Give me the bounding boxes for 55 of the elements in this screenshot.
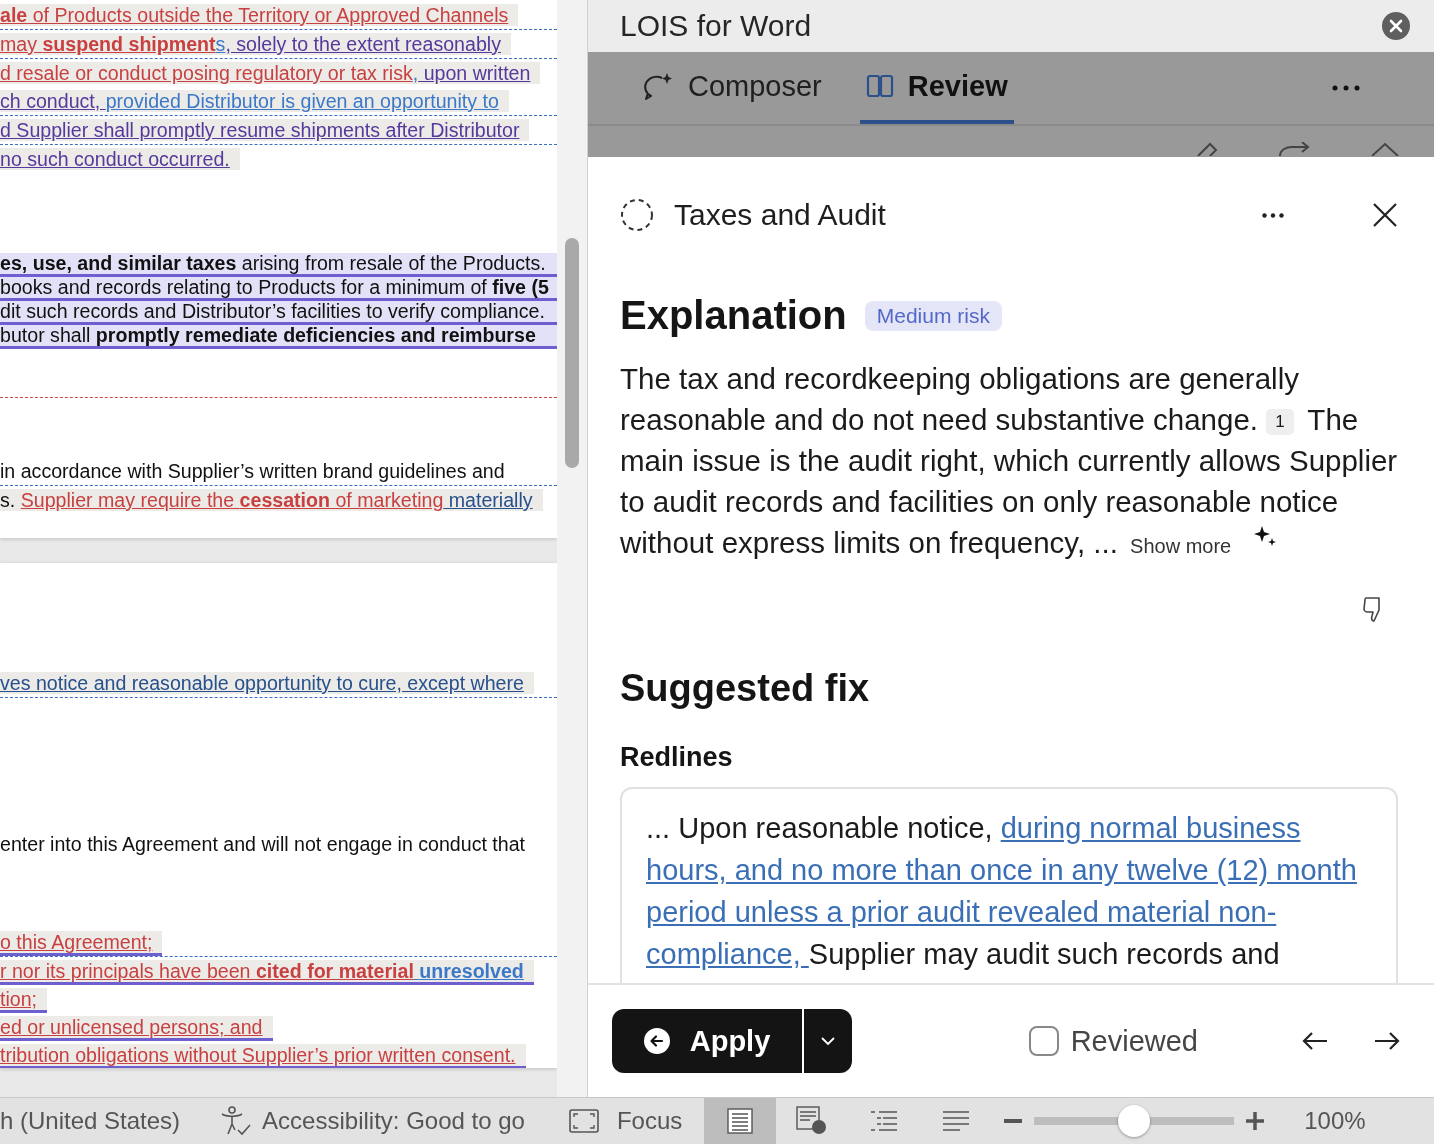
document-line: d resale or conduct posing regulatory or tax risk, upon written xyxy=(0,58,557,87)
zoom-in-icon[interactable] xyxy=(1246,1112,1265,1130)
dashed-circle-icon xyxy=(620,198,654,232)
language-status[interactable]: h (United States) xyxy=(0,1107,181,1135)
document-line: d Supplier shall promptly resume shipments after Distributor xyxy=(0,115,557,144)
zoom-level: 100% xyxy=(1304,1107,1366,1135)
tab[interactable]: Composer xyxy=(636,52,828,124)
risk-badge: Medium risk xyxy=(864,300,1002,331)
redo-icon[interactable] xyxy=(1278,142,1312,156)
focus-icon[interactable] xyxy=(568,1109,599,1133)
reviewed-label: Reviewed xyxy=(1070,1024,1198,1058)
web-page-icon xyxy=(796,1106,829,1136)
document-line: ed or unlicensed persons; and xyxy=(0,1013,557,1041)
document-line: r nor its principals have been cited for material unresolved xyxy=(0,956,557,985)
reviewed-checkbox[interactable] xyxy=(1028,1026,1059,1056)
focus-button[interactable]: Focus xyxy=(616,1107,683,1135)
section-heading: Explanation xyxy=(620,293,847,338)
redline-text: ... Upon reasonable notice, during normal business hours, and no more than once in any twelve (12) month period unless a prior audit revealed material non-compliance, Supplier may audit such records and xyxy=(646,811,1358,972)
tab[interactable]: Review xyxy=(859,52,1014,124)
view-button[interactable] xyxy=(704,1098,777,1144)
document-line: o this Agreement; xyxy=(0,928,557,956)
eraser-icon[interactable] xyxy=(1370,142,1400,156)
book-icon xyxy=(865,74,894,98)
pane-title: LOIS for Word xyxy=(620,9,813,43)
close-icon[interactable] xyxy=(1372,202,1398,228)
apply-button[interactable]: Apply xyxy=(612,1009,802,1073)
arrow-left-icon[interactable] xyxy=(1302,1031,1328,1051)
scrollbar-thumb[interactable] xyxy=(565,238,579,468)
more-icon[interactable] xyxy=(1332,85,1360,91)
page-icon xyxy=(727,1108,754,1134)
chat-sparkle-icon xyxy=(642,71,674,101)
zoom-out-icon[interactable] xyxy=(1004,1119,1023,1123)
outline-icon xyxy=(869,1110,900,1132)
document-line: tion; xyxy=(0,985,557,1013)
zoom-slider-thumb[interactable] xyxy=(1118,1105,1151,1137)
show-more-link[interactable]: Show more xyxy=(1130,535,1232,557)
section-heading: Suggested fix xyxy=(620,667,871,710)
document-line: in accordance with Supplier’s written brand guidelines and xyxy=(0,459,506,484)
document-line: ves notice and reasonable opportunity to cure, except where xyxy=(0,669,557,698)
issue-title: Taxes and Audit xyxy=(674,198,887,232)
arrow-right-icon[interactable] xyxy=(1374,1031,1400,1051)
close-icon[interactable] xyxy=(1382,12,1410,40)
document-line: enter into this Agreement and will not engage in conduct that xyxy=(0,832,527,857)
accessibility-status[interactable]: Accessibility: Good to go xyxy=(262,1107,525,1135)
chevron-down-icon xyxy=(820,1036,836,1046)
document-line: no such conduct occurred. xyxy=(0,144,557,173)
explanation-text: The tax and recordkeeping obligations are generally reasonable and do not need substantive change. 1 The main issue is the audit right, which currently allows Supplier to audit records and facilities on only reasonable notice without express limits on frequency, ... Show more xyxy=(620,361,1398,561)
accessibility-icon[interactable] xyxy=(220,1106,253,1136)
citation-chip[interactable]: 1 xyxy=(1266,409,1294,435)
document-line: may suspend shipments, solely to the extent reasonably xyxy=(0,29,557,58)
document-line: s. Supplier may require the cessation of marketing materially xyxy=(0,485,557,514)
text-lines-icon xyxy=(942,1110,971,1132)
subheading: Redlines xyxy=(620,742,734,773)
dropdown-button[interactable] xyxy=(802,1009,852,1073)
more-icon[interactable] xyxy=(1262,212,1284,218)
